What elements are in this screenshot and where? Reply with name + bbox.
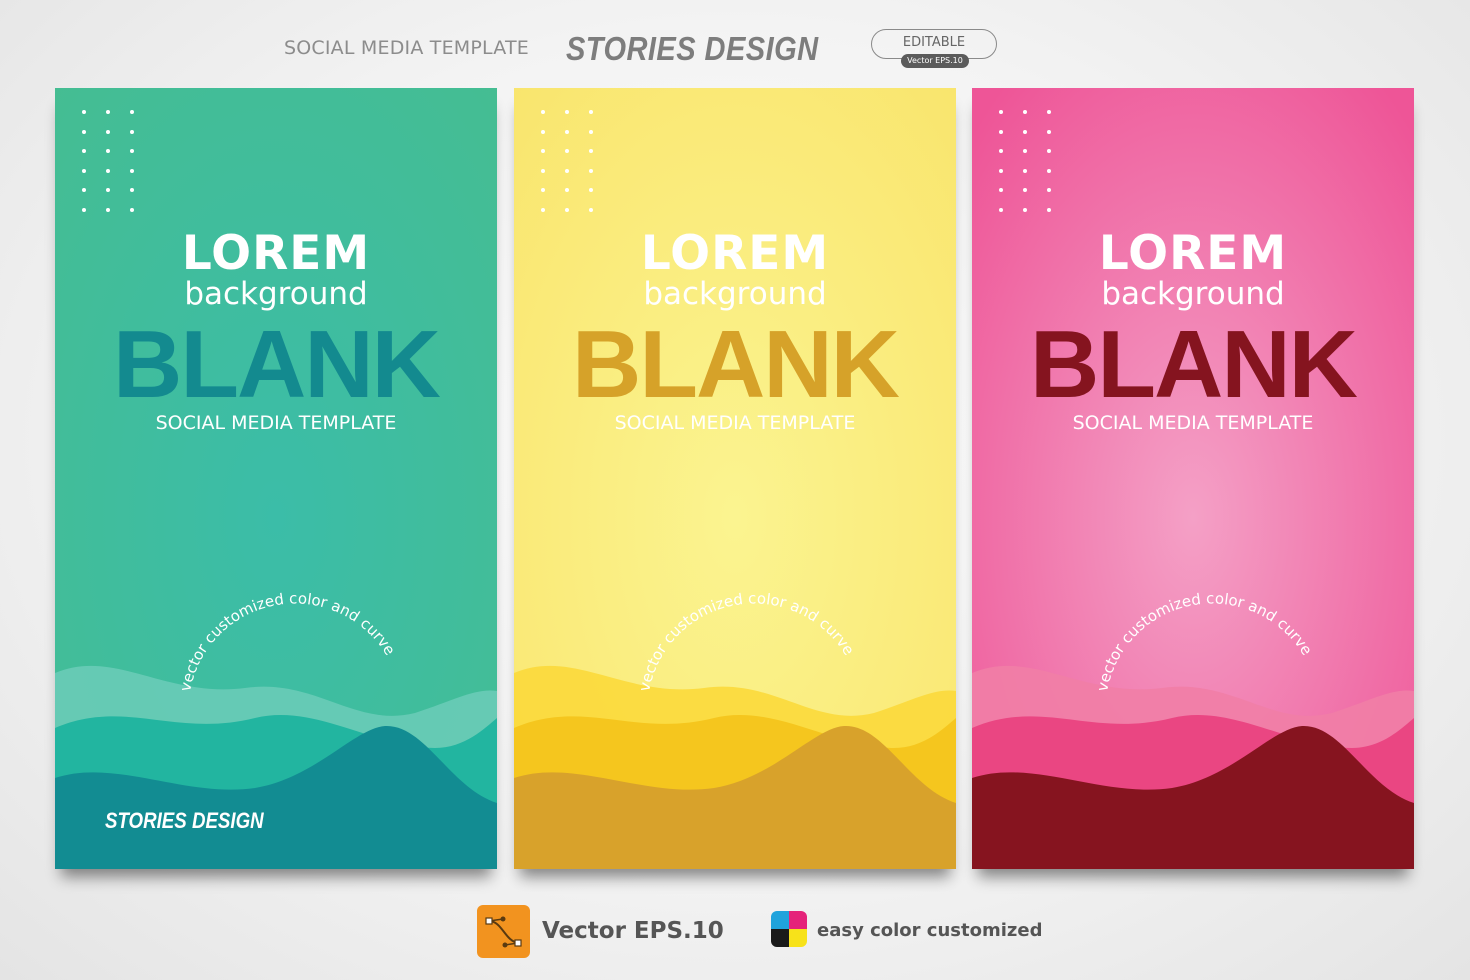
dot-grid [999, 110, 1053, 212]
background-word: background [184, 276, 368, 312]
decor-dot [130, 129, 134, 134]
blank-heading: BLANK [113, 311, 441, 418]
decor-dot [565, 188, 569, 192]
decor-dot [999, 129, 1003, 134]
decor-dot [565, 149, 569, 153]
decor-dot [565, 129, 569, 134]
decor-dot [589, 188, 593, 192]
header-title: STORIES DESIGN [566, 30, 819, 67]
decor-dot [106, 207, 110, 212]
decor-dot [82, 129, 86, 134]
card-footer-text: STORIES DESIGN [105, 808, 264, 833]
vector-path-icon [477, 905, 530, 958]
decor-dot [82, 149, 86, 153]
decor-dot [82, 110, 86, 114]
decor-dot [82, 207, 86, 212]
dot-grid [82, 110, 136, 212]
editable-label: EDITABLE [902, 35, 966, 50]
decor-dot [589, 110, 593, 114]
format-badge: Vector EPS.10 [901, 54, 969, 68]
decor-dot [130, 168, 134, 173]
decor-dot [541, 207, 545, 212]
card-subtitle: SOCIAL MEDIA TEMPLATE [155, 412, 397, 434]
story-card-yellow: vector customized color and curve LOREM … [514, 88, 956, 869]
header-left-text: SOCIAL MEDIA TEMPLATE [284, 37, 529, 59]
lorem-heading: LOREM [1098, 226, 1288, 281]
card-subtitle: SOCIAL MEDIA TEMPLATE [1072, 412, 1314, 434]
decor-dot [541, 168, 545, 173]
decor-dot [1023, 168, 1027, 173]
bottom-feature-bar: Vector EPS.10 easy color customized [0, 905, 1470, 959]
background-word: background [1101, 276, 1285, 312]
decor-dot [541, 149, 545, 153]
decor-dot [1047, 168, 1051, 173]
decor-dot [999, 110, 1003, 114]
decor-dot [565, 207, 569, 212]
decor-dot [1047, 110, 1051, 114]
decor-dot [1047, 149, 1051, 153]
story-card-pink: vector customized color and curve LOREM … [972, 88, 1414, 869]
decor-dot [130, 207, 134, 212]
card-subtitle: SOCIAL MEDIA TEMPLATE [614, 412, 856, 434]
decor-dot [1023, 110, 1027, 114]
decor-dot [999, 168, 1003, 173]
decor-dot [82, 188, 86, 192]
cmyk-color-icon [768, 908, 810, 950]
decor-dot [1023, 129, 1027, 134]
decor-dot [130, 149, 134, 153]
decor-dot [565, 168, 569, 173]
lorem-heading: LOREM [640, 226, 830, 281]
decor-dot [1023, 188, 1027, 192]
decor-dot [565, 110, 569, 114]
decor-dot [82, 168, 86, 173]
decor-dot [541, 110, 545, 114]
lorem-heading: LOREM [181, 226, 371, 281]
decor-dot [106, 168, 110, 173]
decor-dot [589, 207, 593, 212]
decor-dot [106, 188, 110, 192]
decor-dot [106, 110, 110, 114]
background-word: background [643, 276, 827, 312]
decor-dot [1047, 129, 1051, 134]
decor-dot [589, 168, 593, 173]
decor-dot [106, 129, 110, 134]
decor-dot [106, 149, 110, 153]
decor-dot [541, 188, 545, 192]
blank-heading: BLANK [1030, 311, 1358, 418]
decor-dot [1047, 207, 1051, 212]
decor-dot [999, 149, 1003, 153]
decor-dot [589, 129, 593, 134]
decor-dot [1023, 149, 1027, 153]
decor-dot [541, 129, 545, 134]
color-customized-label: easy color customized [817, 920, 1043, 941]
decor-dot [1023, 207, 1027, 212]
decor-dot [589, 149, 593, 153]
decor-dot [999, 188, 1003, 192]
decor-dot [999, 207, 1003, 212]
decor-dot [130, 188, 134, 192]
dot-grid [541, 110, 595, 212]
blank-heading: BLANK [572, 311, 900, 418]
decor-dot [130, 110, 134, 114]
story-card-teal: vector customized color and curve LOREM … [55, 88, 497, 869]
decor-dot [1047, 188, 1051, 192]
vector-format-label: Vector EPS.10 [542, 918, 724, 944]
